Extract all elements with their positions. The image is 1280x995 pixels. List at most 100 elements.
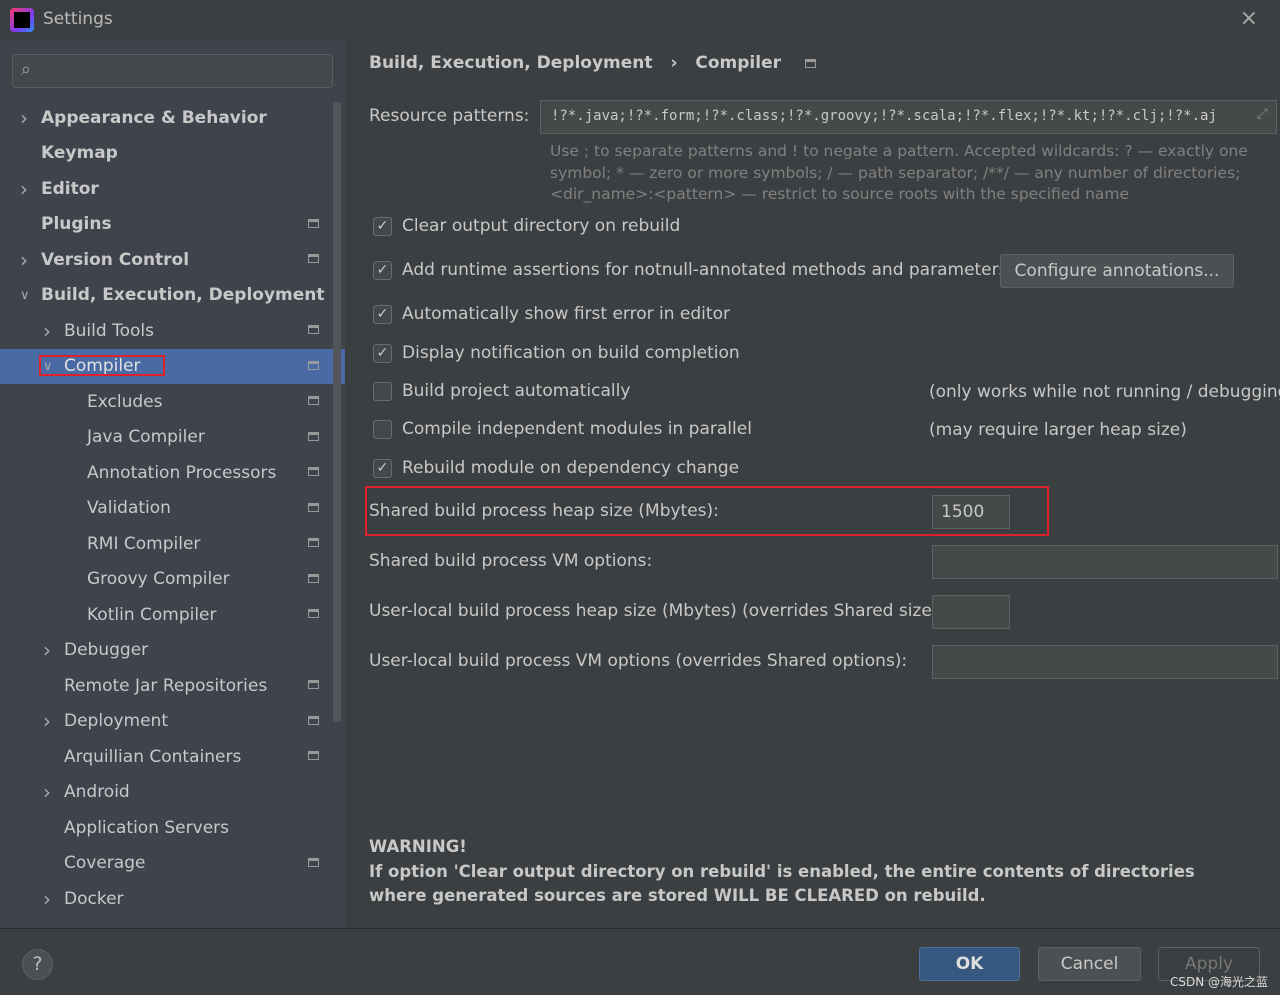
project-settings-icon bbox=[308, 858, 319, 867]
sidebar-item-label: Appearance & Behavior bbox=[41, 108, 267, 128]
sidebar-item[interactable]: ∨Compiler bbox=[0, 349, 345, 384]
sidebar-item[interactable]: RMI Compiler bbox=[0, 526, 345, 561]
checkbox-option[interactable]: ✓Clear output directory on rebuild bbox=[373, 216, 680, 236]
sidebar-item-label: Plugins bbox=[41, 214, 112, 234]
dialog-footer: ? OK Cancel Apply CSDN @海光之蓝 bbox=[0, 928, 1280, 995]
sidebar-item[interactable]: ∨ Build, Execution, Deployment bbox=[0, 278, 345, 313]
sidebar-item[interactable]: Remote Jar Repositories bbox=[0, 668, 345, 703]
close-icon[interactable]: × bbox=[1240, 6, 1258, 31]
checkbox-label: Display notification on build completion bbox=[402, 343, 740, 363]
chevron-right-icon[interactable]: › bbox=[43, 709, 51, 733]
checkbox-checked-icon[interactable]: ✓ bbox=[373, 261, 392, 280]
sidebar-item-label: Coverage bbox=[64, 853, 145, 873]
sidebar-item[interactable]: ›Deployment bbox=[0, 704, 345, 739]
project-settings-icon bbox=[308, 467, 319, 476]
sidebar-item[interactable]: › Build Tools bbox=[0, 313, 345, 348]
project-settings-icon bbox=[308, 219, 319, 228]
expand-icon[interactable]: ⤢ bbox=[1257, 106, 1268, 122]
sidebar-item-label: Groovy Compiler bbox=[87, 569, 230, 589]
chevron-right-icon[interactable]: › bbox=[43, 638, 51, 662]
sidebar-item-label: Arquillian Containers bbox=[64, 747, 241, 767]
sidebar-item[interactable]: Kotlin Compiler bbox=[0, 597, 345, 632]
chevron-right-icon[interactable]: › bbox=[43, 319, 51, 343]
sidebar-item-label: Android bbox=[64, 782, 130, 802]
resource-patterns-input[interactable]: !?*.java;!?*.form;!?*.class;!?*.groovy;!… bbox=[540, 100, 1277, 134]
sidebar-item-label: Excludes bbox=[87, 392, 162, 412]
ok-button[interactable]: OK bbox=[919, 947, 1020, 981]
breadcrumb: Build, Execution, Deployment › Compiler bbox=[369, 53, 816, 73]
configure-annotations-button[interactable]: Configure annotations... bbox=[1000, 254, 1234, 288]
title-bar: Settings × bbox=[0, 0, 1280, 40]
sidebar-item[interactable]: Validation bbox=[0, 491, 345, 526]
checkbox-label: Add runtime assertions for notnull-annot… bbox=[402, 260, 1008, 280]
sidebar-item[interactable]: Keymap bbox=[0, 136, 345, 171]
project-settings-icon bbox=[308, 680, 319, 689]
sidebar-item-label: Application Servers bbox=[64, 818, 229, 838]
checkbox-checked-icon[interactable]: ✓ bbox=[373, 459, 392, 478]
chevron-right-icon[interactable]: › bbox=[43, 780, 51, 804]
sidebar-item-label: RMI Compiler bbox=[87, 534, 200, 554]
sidebar-item-label: Keymap bbox=[41, 143, 118, 163]
search-icon: ⌕ bbox=[21, 59, 31, 80]
sidebar-item[interactable]: Coverage bbox=[0, 846, 345, 881]
shared-vm-options-label: Shared build process VM options: bbox=[369, 551, 652, 571]
checkbox-label: Automatically show first error in editor bbox=[402, 304, 730, 324]
checkbox-option[interactable]: Compile independent modules in parallel bbox=[373, 419, 752, 439]
shared-heap-input[interactable]: 1500 bbox=[932, 495, 1010, 529]
sidebar-item[interactable]: › Version Control bbox=[0, 242, 345, 277]
sidebar-item[interactable]: Groovy Compiler bbox=[0, 562, 345, 597]
chevron-right-icon[interactable]: › bbox=[20, 106, 28, 130]
window-title: Settings bbox=[43, 9, 113, 29]
sidebar-item[interactable]: Application Servers bbox=[0, 810, 345, 845]
checkbox-checked-icon[interactable]: ✓ bbox=[373, 344, 392, 363]
sidebar-item-label: Remote Jar Repositories bbox=[64, 676, 267, 696]
checkbox-option[interactable]: ✓ Automatically show first error in edito… bbox=[373, 304, 730, 324]
checkbox-label: Rebuild module on dependency change bbox=[402, 458, 739, 478]
project-settings-icon bbox=[308, 361, 319, 370]
settings-sidebar: ⌕ › Appearance & Behavior Keymap ›Editor Plu… bbox=[0, 40, 345, 928]
project-settings-icon bbox=[308, 574, 319, 583]
sidebar-item[interactable]: Excludes bbox=[0, 384, 345, 419]
help-button[interactable]: ? bbox=[22, 949, 53, 980]
checkbox-option[interactable]: ✓ Display notification on build completio… bbox=[373, 343, 740, 363]
shared-heap-label: Shared build process heap size (Mbytes): bbox=[369, 501, 719, 521]
checkbox-option[interactable]: Build project automatically bbox=[373, 381, 630, 401]
sidebar-item[interactable]: ›Editor bbox=[0, 171, 345, 206]
sidebar-item[interactable]: Annotation Processors bbox=[0, 455, 345, 490]
chevron-right-icon[interactable]: › bbox=[20, 248, 28, 272]
sidebar-item[interactable]: › Android bbox=[0, 775, 345, 810]
project-settings-icon bbox=[308, 751, 319, 760]
checkbox-checked-icon[interactable]: ✓ bbox=[373, 305, 392, 324]
chevron-right-icon[interactable]: › bbox=[20, 177, 28, 201]
sidebar-item-label: Version Control bbox=[41, 250, 189, 270]
checkbox-option[interactable]: ✓ Add runtime assertions for notnull-anno… bbox=[373, 260, 1008, 280]
checkbox-unchecked-icon[interactable] bbox=[373, 420, 392, 439]
watermark: CSDN @海光之蓝 bbox=[1170, 973, 1268, 990]
sidebar-item[interactable]: › Debugger bbox=[0, 633, 345, 668]
sidebar-item[interactable]: Plugins bbox=[0, 207, 345, 242]
sidebar-item-label: Build Tools bbox=[64, 321, 154, 341]
user-heap-input[interactable] bbox=[932, 595, 1010, 629]
sidebar-item[interactable]: › Appearance & Behavior bbox=[0, 100, 345, 135]
user-vm-options-input[interactable] bbox=[932, 645, 1278, 679]
sidebar-item-label: Build, Execution, Deployment bbox=[41, 285, 325, 305]
chevron-down-icon[interactable]: ∨ bbox=[20, 288, 30, 303]
sidebar-item[interactable]: Arquillian Containers bbox=[0, 739, 345, 774]
sidebar-item-label: Debugger bbox=[64, 640, 148, 660]
sidebar-item[interactable]: Java Compiler bbox=[0, 420, 345, 455]
project-settings-icon bbox=[308, 503, 319, 512]
resource-patterns-hint: Use ; to separate patterns and ! to nega… bbox=[550, 141, 1250, 206]
checkbox-unchecked-icon[interactable] bbox=[373, 382, 392, 401]
search-input[interactable]: ⌕ bbox=[12, 54, 333, 88]
checkbox-checked-icon[interactable]: ✓ bbox=[373, 217, 392, 236]
sidebar-item-label: Validation bbox=[87, 498, 171, 518]
sidebar-item-label: Docker bbox=[64, 889, 124, 909]
project-settings-icon bbox=[308, 396, 319, 405]
cancel-button[interactable]: Cancel bbox=[1038, 947, 1141, 981]
project-settings-icon bbox=[308, 716, 319, 725]
chevron-right-icon[interactable]: › bbox=[43, 887, 51, 911]
shared-vm-options-input[interactable] bbox=[932, 545, 1278, 579]
sidebar-scrollbar[interactable] bbox=[333, 102, 341, 722]
checkbox-option[interactable]: ✓ Rebuild module on dependency change bbox=[373, 458, 739, 478]
sidebar-item[interactable]: › Docker bbox=[0, 881, 345, 916]
